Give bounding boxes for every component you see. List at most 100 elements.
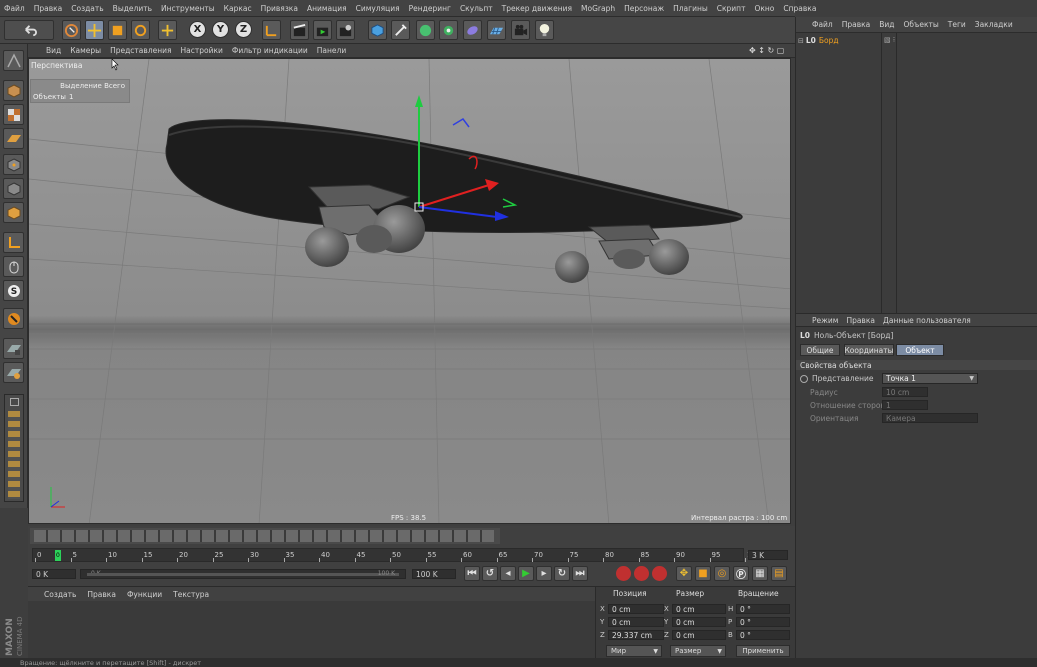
array-button[interactable] xyxy=(439,20,458,40)
timeline-ruler[interactable]: 0510152025303540455055606570758085909510… xyxy=(32,548,760,562)
menu-item-13[interactable]: Персонаж xyxy=(624,4,664,13)
viewport-menu-item-2[interactable]: Представления xyxy=(110,46,171,55)
orientation-dropdown[interactable]: Камера xyxy=(882,413,978,423)
menu-item-8[interactable]: Симуляция xyxy=(356,4,400,13)
next-frame-button[interactable]: ▸ xyxy=(536,566,552,581)
menu-item-0[interactable]: Файл xyxy=(4,4,25,13)
keyframe-selection-icon[interactable] xyxy=(652,566,667,581)
pen-spline-button[interactable] xyxy=(391,20,410,40)
key-pla-button[interactable]: ▦ xyxy=(752,566,768,581)
edges-mode-button[interactable] xyxy=(3,178,24,199)
camera-button[interactable] xyxy=(511,20,530,40)
material-menu-item-1[interactable]: Правка xyxy=(87,590,116,599)
menu-item-15[interactable]: Скрипт xyxy=(717,4,746,13)
nurbs-button[interactable] xyxy=(416,20,435,40)
object-manager-menu-item-4[interactable]: Теги xyxy=(948,20,966,29)
object-manager-menu-item-0[interactable]: Файл xyxy=(812,20,833,29)
deformer-button[interactable] xyxy=(463,20,482,40)
object-manager-menu-item-1[interactable]: Правка xyxy=(842,20,871,29)
material-menu-item-3[interactable]: Текстура xyxy=(173,590,209,599)
scale-tool-button[interactable] xyxy=(108,20,127,40)
axis-mode-button[interactable] xyxy=(3,232,24,253)
viewport-menu-item-0[interactable]: Вид xyxy=(46,46,61,55)
tweak-mode-button[interactable] xyxy=(3,256,24,277)
coord-rot-field[interactable]: 0 ° xyxy=(736,617,790,627)
display-dropdown[interactable]: Точка 1 ▼ xyxy=(882,373,978,384)
menu-item-5[interactable]: Каркас xyxy=(224,4,252,13)
floor-button[interactable] xyxy=(487,20,506,40)
radius-field[interactable]: 10 cm xyxy=(882,387,928,397)
object-manager-menu-item-3[interactable]: Объекты xyxy=(904,20,939,29)
coord-rot-field[interactable]: 0 ° xyxy=(736,604,790,614)
end-range-field[interactable]: 100 K xyxy=(412,569,456,579)
menu-item-7[interactable]: Анимация xyxy=(307,4,347,13)
menu-item-14[interactable]: Плагины xyxy=(673,4,708,13)
coord-pos-field[interactable]: 0 cm xyxy=(608,617,664,627)
workplane-mode-button[interactable] xyxy=(3,128,24,149)
polygons-mode-button[interactable] xyxy=(3,202,24,223)
y-axis-lock-button[interactable]: Y xyxy=(212,21,229,38)
coord-rot-field[interactable]: 0 ° xyxy=(736,630,790,640)
menu-item-9[interactable]: Рендеринг xyxy=(409,4,451,13)
menu-item-6[interactable]: Привязка xyxy=(261,4,298,13)
palette-close-icon-2[interactable] xyxy=(10,398,19,406)
menu-item-17[interactable]: Справка xyxy=(783,4,816,13)
coord-pos-field[interactable]: 0 cm xyxy=(608,604,664,614)
rotate-tool-button[interactable] xyxy=(131,20,150,40)
key-parameter-button[interactable]: Ⓟ xyxy=(733,566,749,581)
move-tool-button[interactable] xyxy=(85,20,104,40)
key-position-button[interactable]: ✥ xyxy=(676,566,692,581)
light-button[interactable] xyxy=(535,20,554,40)
x-axis-lock-button[interactable]: X xyxy=(189,21,206,38)
start-frame-field[interactable]: 0 K xyxy=(32,569,76,579)
viewport-navigation-icons[interactable]: ✥ ↕ ↻ ▢ xyxy=(749,46,784,55)
animate-radio[interactable] xyxy=(800,374,808,383)
menu-item-2[interactable]: Создать xyxy=(71,4,103,13)
attribute-menu-item-0[interactable]: Режим xyxy=(812,316,838,325)
viewport-menu-item-1[interactable]: Камеры xyxy=(70,46,101,55)
live-select-button[interactable] xyxy=(62,20,81,40)
render-picture-viewer-button[interactable] xyxy=(313,20,332,40)
key-rotation-button[interactable]: ◎ xyxy=(714,566,730,581)
attribute-menu-item-2[interactable]: Данные пользователя xyxy=(883,316,971,325)
coord-size-field[interactable]: 0 cm xyxy=(672,630,726,640)
apply-button[interactable]: Применить xyxy=(736,645,790,657)
menu-item-4[interactable]: Инструменты xyxy=(161,4,215,13)
viewport-menu-item-4[interactable]: Фильтр индикации xyxy=(232,46,308,55)
perspective-viewport[interactable]: Перспектива Выделение Всего Объекты 1 FP… xyxy=(28,58,791,524)
menu-item-11[interactable]: Трекер движения xyxy=(502,4,572,13)
make-editable-button[interactable] xyxy=(3,50,24,71)
timeline-window-button[interactable]: ▤ xyxy=(771,566,787,581)
object-row-bord[interactable]: ⊟ L0 Борд xyxy=(798,35,880,46)
render-view-button[interactable] xyxy=(290,20,309,40)
viewport-menu-item-5[interactable]: Панели xyxy=(317,46,346,55)
coordinate-system-button[interactable] xyxy=(262,20,281,40)
material-menu-item-0[interactable]: Создать xyxy=(44,590,76,599)
go-to-end-button[interactable]: ⏭ xyxy=(572,566,588,581)
points-mode-button[interactable] xyxy=(3,154,24,175)
frame-range-slider[interactable]: 0 K 100 K xyxy=(80,569,406,579)
expand-icon[interactable]: ⊟ xyxy=(798,37,804,45)
model-mode-button[interactable] xyxy=(3,80,24,101)
current-frame-marker[interactable]: 0 xyxy=(55,550,61,561)
size-mode-dropdown[interactable]: Размер ▼ xyxy=(670,645,726,657)
cube-button[interactable] xyxy=(368,20,387,40)
next-key-button[interactable]: ↻ xyxy=(554,566,570,581)
auto-key-icon[interactable] xyxy=(634,566,649,581)
last-tool-button[interactable] xyxy=(158,20,177,40)
grid-lock-button[interactable] xyxy=(3,338,24,359)
prev-frame-button[interactable]: ◂ xyxy=(500,566,516,581)
coord-size-field[interactable]: 0 cm xyxy=(672,604,726,614)
record-icon[interactable] xyxy=(616,566,631,581)
tab-object[interactable]: Объект xyxy=(896,344,944,356)
keyframe-tools-strip[interactable] xyxy=(34,530,494,542)
coord-pos-field[interactable]: 29.337 cm xyxy=(608,630,664,640)
attribute-menu-item-1[interactable]: Правка xyxy=(846,316,875,325)
coord-size-field[interactable]: 0 cm xyxy=(672,617,726,627)
aspect-field[interactable]: 1 xyxy=(882,400,928,410)
end-frame-field[interactable]: 3 K xyxy=(748,550,788,560)
menu-item-10[interactable]: Скульпт xyxy=(460,4,493,13)
material-menu-item-2[interactable]: Функции xyxy=(127,590,162,599)
go-to-start-button[interactable]: ⏮ xyxy=(464,566,480,581)
key-scale-button[interactable]: ■ xyxy=(695,566,711,581)
